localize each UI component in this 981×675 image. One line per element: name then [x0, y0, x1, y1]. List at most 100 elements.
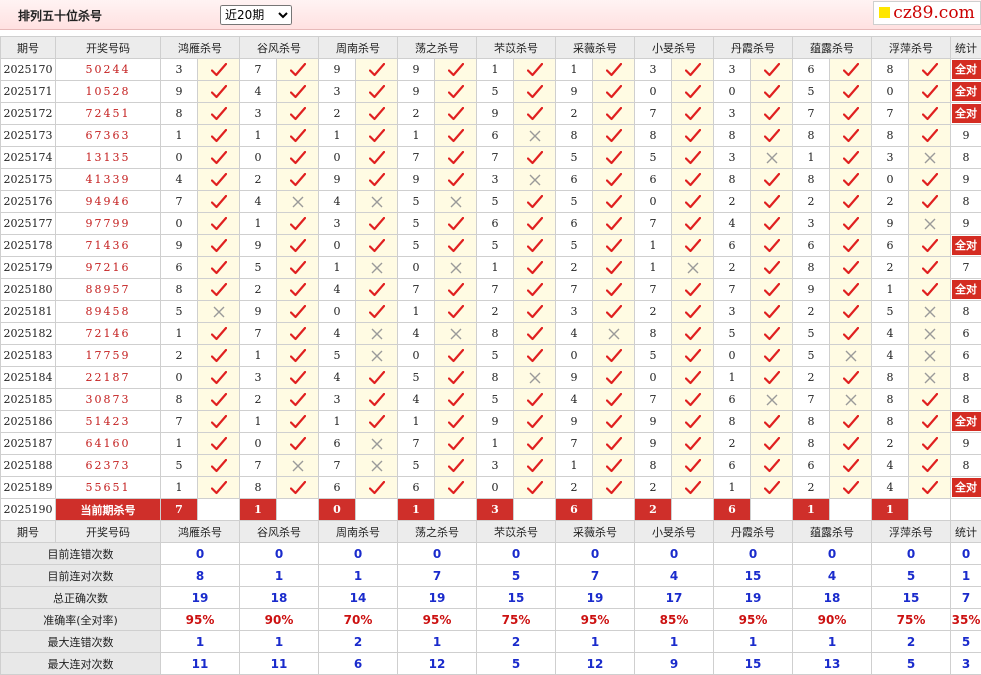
kill-value-cell: 1: [398, 411, 435, 433]
col-header-expert: 鸿雁杀号: [161, 37, 240, 59]
stat-cell: 9: [951, 169, 981, 191]
draw-numbers-cell: 72451: [56, 103, 161, 125]
correct-check-icon: [751, 301, 793, 323]
kill-value-cell: 1: [319, 411, 356, 433]
correct-check-icon: [435, 411, 477, 433]
col-header-expert: 荡之杀号: [398, 521, 477, 543]
summary-value: 5: [872, 565, 951, 587]
correct-check-icon: [277, 279, 319, 301]
kill-value-cell: 3: [319, 81, 356, 103]
correct-check-icon: [830, 147, 872, 169]
draw-numbers-cell: 62373: [56, 455, 161, 477]
period-cell: 2025185: [1, 389, 56, 411]
correct-check-icon: [830, 81, 872, 103]
kill-value-cell: 5: [714, 323, 751, 345]
kill-value-cell: 4: [161, 169, 198, 191]
table-row: 20251827214617448485546: [1, 323, 981, 345]
kill-value-cell: 6: [477, 213, 514, 235]
current-kill-blank: [751, 499, 793, 521]
period-cell: 2025176: [1, 191, 56, 213]
table-row: 2025171105289439590050全对: [1, 81, 981, 103]
correct-check-icon: [514, 279, 556, 301]
period-range-select[interactable]: 近20期: [220, 5, 292, 25]
correct-check-icon: [830, 367, 872, 389]
kill-value-cell: 0: [714, 345, 751, 367]
kill-value-cell: 7: [714, 279, 751, 301]
wrong-cross-icon: [277, 191, 319, 213]
period-cell: 2025181: [1, 301, 56, 323]
correct-check-icon: [593, 411, 635, 433]
wrong-cross-icon: [672, 257, 714, 279]
table-row: 20251818945859012323258: [1, 301, 981, 323]
summary-label: 总正确次数: [1, 587, 161, 609]
kill-value-cell: 2: [714, 191, 751, 213]
wrong-cross-icon: [435, 323, 477, 345]
correct-check-icon: [277, 389, 319, 411]
kill-value-cell: 6: [161, 257, 198, 279]
wrong-cross-icon: [909, 147, 951, 169]
current-kill-blank: [593, 499, 635, 521]
correct-check-icon: [435, 279, 477, 301]
kill-value-cell: 5: [793, 323, 830, 345]
current-period-row: 2025190当前期杀号7101362611: [1, 499, 981, 521]
period-cell: 2025172: [1, 103, 56, 125]
kill-value-cell: 1: [161, 125, 198, 147]
kill-value-cell: 9: [635, 411, 672, 433]
kill-value-cell: 4: [872, 345, 909, 367]
correct-check-icon: [830, 213, 872, 235]
summary-value: 2: [872, 631, 951, 653]
correct-check-icon: [593, 389, 635, 411]
correct-check-icon: [356, 81, 398, 103]
stat-cell: 全对: [951, 235, 981, 257]
period-cell: 2025170: [1, 59, 56, 81]
correct-check-icon: [672, 235, 714, 257]
kill-number-table: 期号开奖号码鸿雁杀号谷风杀号周南杀号荡之杀号芣苡杀号采薇杀号小旻杀号丹霞杀号蕴露…: [0, 36, 981, 675]
kill-value-cell: 6: [793, 455, 830, 477]
draw-numbers-cell: 55651: [56, 477, 161, 499]
kill-value-cell: 7: [635, 279, 672, 301]
correct-check-icon: [830, 323, 872, 345]
kill-value-cell: 2: [714, 257, 751, 279]
correct-check-icon: [435, 103, 477, 125]
kill-value-cell: 3: [714, 147, 751, 169]
correct-check-icon: [435, 81, 477, 103]
correct-check-icon: [593, 257, 635, 279]
summary-stat: 0: [951, 543, 981, 565]
draw-numbers-cell: 50244: [56, 59, 161, 81]
correct-check-icon: [514, 477, 556, 499]
current-kill-value: 2: [635, 499, 672, 521]
col-header-expert: 蕴露杀号: [793, 37, 872, 59]
current-kill-blank: [514, 499, 556, 521]
kill-value-cell: 2: [556, 257, 593, 279]
kill-value-cell: 1: [635, 235, 672, 257]
summary-value: 0: [477, 543, 556, 565]
table-row: 2025180889578247777791全对: [1, 279, 981, 301]
correct-check-icon: [277, 433, 319, 455]
kill-value-cell: 0: [398, 257, 435, 279]
correct-check-icon: [593, 59, 635, 81]
period-cell: 2025179: [1, 257, 56, 279]
correct-check-icon: [277, 147, 319, 169]
kill-value-cell: 6: [714, 455, 751, 477]
summary-value: 90%: [240, 609, 319, 631]
stat-cell: 9: [951, 125, 981, 147]
wrong-cross-icon: [514, 169, 556, 191]
correct-check-icon: [830, 59, 872, 81]
period-cell: 2025188: [1, 455, 56, 477]
table-row: 2025186514237111999888全对: [1, 411, 981, 433]
kill-value-cell: 5: [398, 213, 435, 235]
correct-check-icon: [751, 477, 793, 499]
correct-check-icon: [593, 147, 635, 169]
kill-value-cell: 5: [477, 191, 514, 213]
current-kill-blank: [356, 499, 398, 521]
summary-value: 12: [398, 653, 477, 675]
kill-value-cell: 9: [398, 169, 435, 191]
wrong-cross-icon: [356, 455, 398, 477]
kill-value-cell: 1: [319, 257, 356, 279]
summary-value: 0: [161, 543, 240, 565]
site-logo[interactable]: cz89.com: [873, 1, 981, 25]
correct-check-icon: [198, 169, 240, 191]
col-header-numbers: 开奖号码: [56, 37, 161, 59]
summary-value: 19: [398, 587, 477, 609]
kill-value-cell: 0: [556, 345, 593, 367]
